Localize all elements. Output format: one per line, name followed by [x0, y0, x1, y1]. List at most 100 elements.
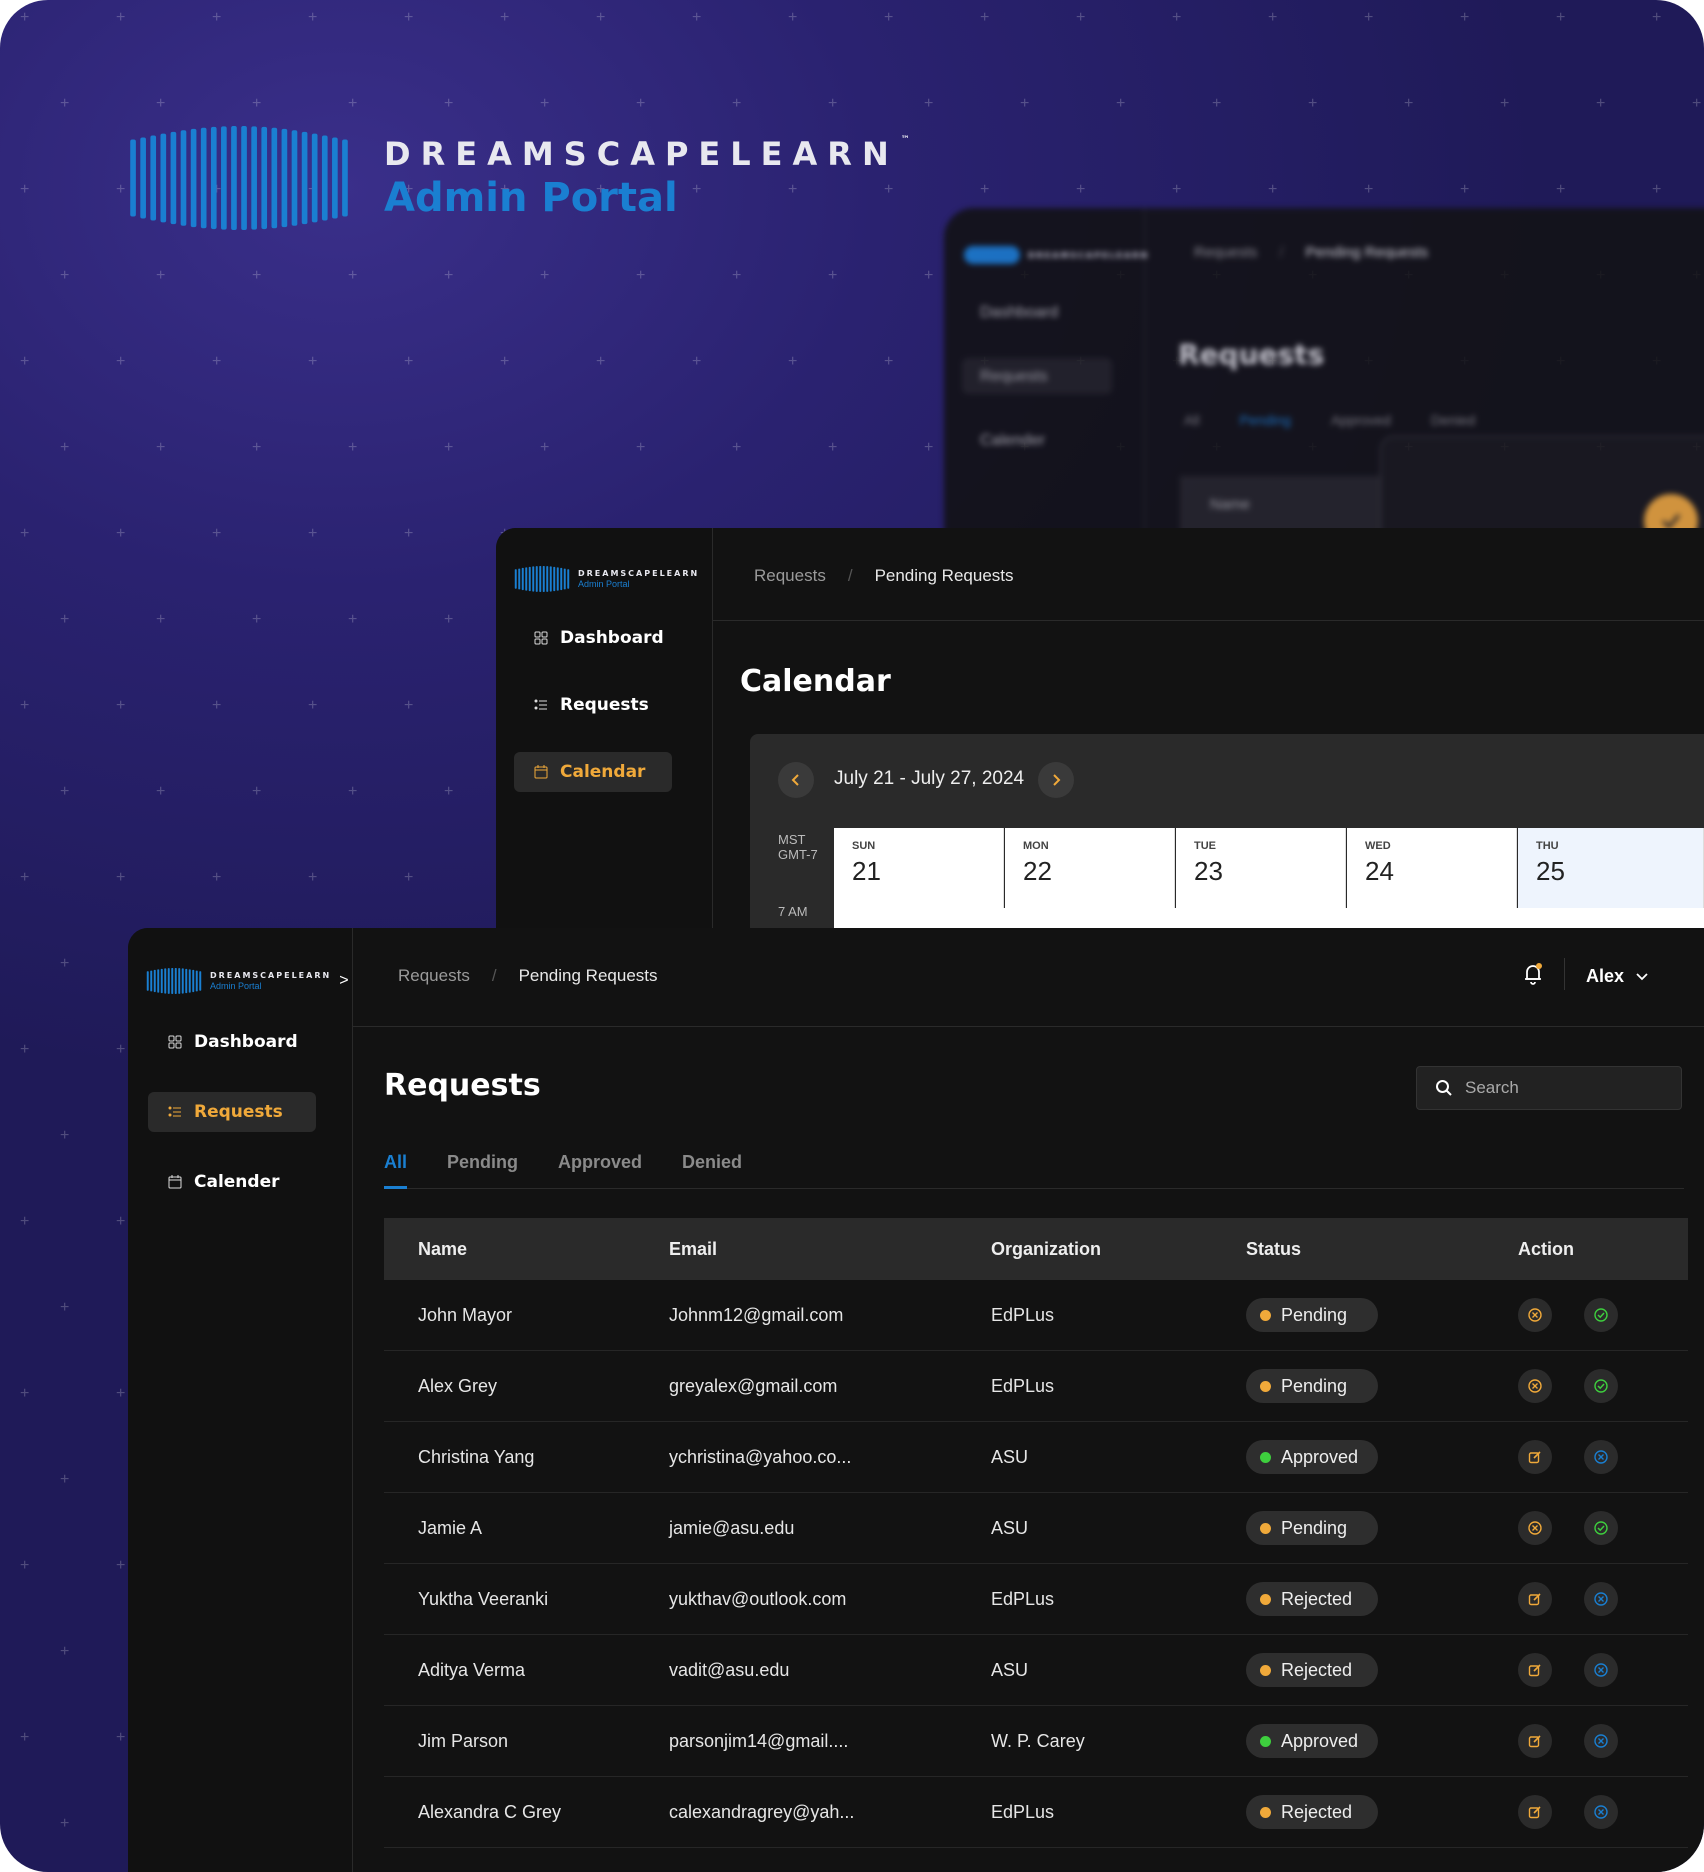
approve-button[interactable] — [1584, 1298, 1618, 1332]
user-menu[interactable]: Alex — [1586, 966, 1648, 987]
approve-icon — [1594, 1379, 1608, 1393]
day-column[interactable]: SUN 21 — [834, 828, 1004, 908]
star-glyph: + — [60, 1471, 70, 1488]
status-badge: Rejected — [1246, 1653, 1378, 1687]
star-glyph: + — [924, 95, 934, 112]
star-glyph: + — [1172, 9, 1182, 26]
status-badge: Rejected — [1246, 1582, 1378, 1616]
marketing-background: + + + + + + + + + + + + + + + + + + + + + + + + + + + + + + + + + + + + + + + +… — [0, 0, 1704, 1872]
status-dot — [1260, 1593, 1271, 1605]
status-dot — [1260, 1309, 1271, 1321]
star-glyph: + — [252, 783, 262, 800]
notification-bell-icon[interactable] — [1522, 962, 1544, 991]
star-glyph: + — [308, 697, 318, 714]
star-glyph: + — [732, 267, 742, 284]
search-input[interactable]: Search — [1416, 1066, 1682, 1110]
nav-calender[interactable]: Calender — [148, 1162, 300, 1202]
cell-email: greyalex@gmail.com — [669, 1375, 838, 1396]
star-glyph: + — [788, 9, 798, 26]
star-glyph: + — [1404, 95, 1414, 112]
edit-button[interactable] — [1518, 1440, 1552, 1474]
table-row: Jim Parson parsonjim14@gmail.... W. P. Car… — [384, 1706, 1688, 1777]
star-glyph: + — [60, 1127, 70, 1144]
status-dot — [1260, 1735, 1271, 1747]
star-glyph: + — [540, 267, 550, 284]
cancel-button[interactable] — [1584, 1724, 1618, 1758]
star-glyph: + — [828, 439, 838, 456]
day-column[interactable]: MON 22 — [1005, 828, 1175, 908]
star-glyph: + — [252, 95, 262, 112]
star-glyph: + — [636, 95, 646, 112]
nav-label: Dashboard — [560, 628, 664, 648]
reject-button[interactable] — [1518, 1369, 1552, 1403]
star-glyph: + — [116, 869, 126, 886]
cell-email: Johnm12@gmail.com — [669, 1304, 844, 1325]
nav-dashboard[interactable]: Dashboard — [514, 618, 684, 658]
table-row: Aditya Verma vadit@asu.edu ASU Rejected — [384, 1635, 1688, 1706]
edit-icon — [1528, 1806, 1541, 1819]
status-badge: Rejected — [1246, 1795, 1378, 1829]
star-glyph: + — [1364, 181, 1374, 198]
cell-organization: ASU — [991, 1517, 1029, 1538]
nav-label: Calendar — [560, 762, 646, 782]
sidebar-logo: DREAMSCAPELEARN Admin Portal > — [146, 968, 349, 994]
day-column[interactable]: TUE 23 — [1176, 828, 1346, 908]
reject-button[interactable] — [1518, 1511, 1552, 1545]
next-week-button[interactable] — [1038, 762, 1074, 798]
day-column[interactable]: WED 24 — [1347, 828, 1517, 908]
status-dot — [1260, 1451, 1271, 1463]
nav-label: Calender — [194, 1172, 280, 1192]
chevron-down-icon — [1636, 972, 1648, 980]
star-glyph: + — [308, 525, 318, 542]
cancel-button[interactable] — [1584, 1795, 1618, 1829]
tab-pending[interactable]: Pending — [447, 1152, 518, 1188]
tab-approved[interactable]: Approved — [558, 1152, 642, 1188]
breadcrumb: Requests / Pending Requests — [398, 966, 658, 986]
star-glyph: + — [20, 869, 30, 886]
nav-requests: Requests — [980, 368, 1048, 385]
reject-button[interactable] — [1518, 1298, 1552, 1332]
cell-email: jamie@asu.edu — [669, 1517, 795, 1538]
star-glyph: + — [444, 611, 454, 628]
table-row: John Mayor Johnm12@gmail.com EdPLus Pending — [384, 1280, 1688, 1351]
breadcrumb-requests[interactable]: Requests — [398, 966, 470, 986]
star-glyph: + — [116, 1213, 126, 1230]
nav-dashboard[interactable]: Dashboard — [148, 1022, 318, 1062]
edit-button[interactable] — [1518, 1795, 1552, 1829]
nav-requests[interactable]: Requests — [514, 685, 669, 725]
cell-organization: EdPLus — [991, 1304, 1055, 1325]
star-glyph: + — [156, 439, 166, 456]
nav-requests[interactable]: Requests — [148, 1092, 316, 1132]
edit-button[interactable] — [1518, 1724, 1552, 1758]
approve-button[interactable] — [1584, 1511, 1618, 1545]
star-glyph: + — [252, 611, 262, 628]
star-glyph: + — [20, 1213, 30, 1230]
nav-calendar[interactable]: Calendar — [514, 752, 672, 792]
approve-button[interactable] — [1584, 1369, 1618, 1403]
edit-button[interactable] — [1518, 1653, 1552, 1687]
prev-week-button[interactable] — [778, 762, 814, 798]
edit-button[interactable] — [1518, 1582, 1552, 1616]
reject-icon — [1528, 1308, 1542, 1322]
star-glyph: + — [404, 525, 414, 542]
cancel-button[interactable] — [1584, 1440, 1618, 1474]
star-glyph: + — [60, 439, 70, 456]
dreamscape-logo-icon — [146, 968, 202, 994]
cancel-button[interactable] — [1584, 1582, 1618, 1616]
star-glyph: + — [828, 267, 838, 284]
star-glyph: + — [692, 9, 702, 26]
table-header: Name Email Organization Status Action — [384, 1218, 1688, 1280]
cell-name: Alex Grey — [418, 1375, 498, 1396]
star-glyph: + — [404, 869, 414, 886]
breadcrumb-pending: Pending Requests — [874, 566, 1014, 585]
day-column-today[interactable]: THU 25 — [1518, 828, 1704, 908]
chevron-left-icon — [791, 774, 799, 786]
sidebar-wordmark: DREAMSCAPELEARN — [210, 971, 332, 980]
tab-denied[interactable]: Denied — [682, 1152, 742, 1188]
breadcrumb-requests[interactable]: Requests — [754, 566, 826, 586]
approve-icon — [1594, 1308, 1608, 1322]
star-glyph: + — [252, 267, 262, 284]
status-badge: Pending — [1246, 1511, 1378, 1545]
cancel-button[interactable] — [1584, 1653, 1618, 1687]
tab-all[interactable]: All — [384, 1152, 408, 1189]
